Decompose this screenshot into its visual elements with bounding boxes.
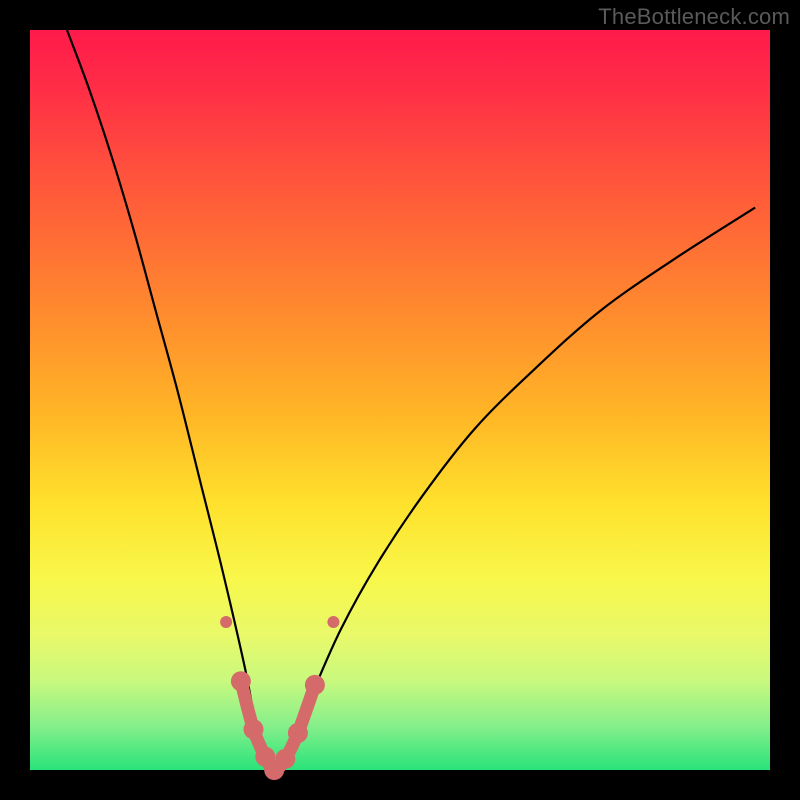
curve-path xyxy=(67,30,755,770)
watermark-label: TheBottleneck.com xyxy=(598,4,790,30)
marker-dot xyxy=(255,747,275,767)
marker-dot xyxy=(305,675,325,695)
dot-connector xyxy=(241,681,315,770)
bottleneck-curve xyxy=(30,30,770,770)
chart-frame: TheBottleneck.com xyxy=(0,0,800,800)
marker-dot xyxy=(288,723,308,743)
dot-group xyxy=(220,616,339,780)
highlight-dots xyxy=(30,30,770,770)
marker-dot xyxy=(231,671,251,691)
marker-dot xyxy=(275,749,295,769)
marker-dot xyxy=(244,719,264,739)
plot-area xyxy=(30,30,770,770)
marker-dot xyxy=(220,616,232,628)
marker-dot xyxy=(264,760,284,780)
marker-dot xyxy=(327,616,339,628)
